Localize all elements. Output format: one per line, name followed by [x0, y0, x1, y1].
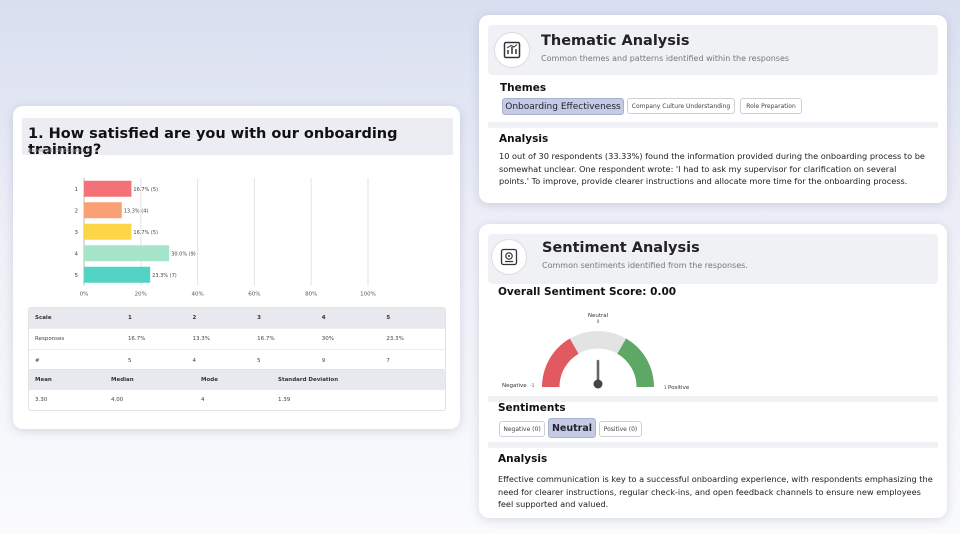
table-cell: 7 [386, 357, 390, 364]
sentiment-icon [491, 239, 527, 275]
gauge-negative-value: -1 [530, 383, 535, 389]
chart-bar [84, 245, 170, 262]
gauge-positive-label: Positive [668, 385, 690, 391]
table-cell: 16.7% [127, 336, 146, 342]
table-cell: 16.7% [257, 336, 275, 342]
chart-bar [84, 202, 122, 219]
survey-question-card: 1. How satisfied are you with our onboar… [13, 106, 460, 429]
sentiment-chip[interactable]: Positive (0) [599, 421, 642, 437]
table-cell: 9 [321, 357, 326, 364]
question-header: 1. How satisfied are you with our onboar… [22, 118, 453, 158]
table-row: 3.30 4.00 4 1.39 [29, 390, 445, 410]
table-cell: 1.39 [278, 397, 291, 403]
gauge-neutral-value: 0 [597, 319, 600, 325]
y-tick-label: 4 [75, 251, 79, 257]
y-tick-label: 3 [75, 230, 79, 236]
table-cell: 30% [321, 336, 334, 342]
themes-label: Themes [500, 82, 547, 94]
bar-data-label: 23.3% (7) [152, 273, 177, 279]
table-cell: 5 [127, 357, 132, 364]
chart-bar [84, 180, 132, 197]
table-cell: 23.3% [386, 336, 404, 342]
x-tick-label: 0% [80, 292, 89, 298]
table-cell: 13.3% [192, 336, 211, 342]
header-cell: Scale [35, 315, 52, 321]
table-row: Responses 16.7% 13.3% 16.7% 30% 23.3% [29, 329, 445, 350]
header-cell: Median [111, 376, 134, 383]
table-row: # 5 4 5 9 7 [29, 350, 445, 371]
x-tick-label: 80% [305, 292, 317, 298]
section-divider [488, 122, 938, 128]
sentiments-label: Sentiments [498, 402, 566, 414]
y-tick-label: 5 [75, 273, 79, 279]
sentiment-chip[interactable]: Negative (0) [499, 421, 545, 437]
theme-chip[interactable]: Role Preparation [740, 98, 802, 114]
scale-table-header: Scale 1 2 3 4 5 [29, 308, 445, 329]
x-tick-label: 40% [191, 292, 203, 298]
x-tick-label: 100% [360, 292, 376, 298]
gauge-negative-label: Negative [502, 383, 527, 389]
gauge-neutral-label: Neutral [588, 313, 609, 319]
bar-data-label: 13.3% (4) [124, 208, 149, 214]
header-cell: 3 [257, 315, 261, 321]
chart-bar [84, 266, 151, 283]
thematic-header: Thematic Analysis Common themes and patt… [488, 25, 938, 75]
header-cell: 4 [321, 315, 326, 321]
table-cell: # [35, 357, 40, 364]
header-cell: Mode [201, 376, 218, 383]
theme-chip[interactable]: Company Culture Understanding [627, 98, 735, 114]
chart-bar [84, 223, 132, 240]
response-bar-chart: 0% 20% 40% 60% 80% 100% 1 16.7% (5) 2 13.3% (4) 3 1… [75, 178, 376, 298]
stats-table-header: Mean Median Mode Standard Deviation [29, 370, 445, 390]
bar-data-label: 16.7% (5) [133, 187, 158, 193]
header-cell: 1 [127, 315, 132, 321]
theme-chip[interactable]: Onboarding Effectiveness [502, 98, 624, 115]
thematic-subtitle: Common themes and patterns identified wi… [541, 54, 790, 63]
sentiment-header: Sentiment Analysis Common sentiments ide… [488, 234, 938, 284]
section-divider [488, 442, 938, 448]
question-subtitle: Answered: 30 Skipped: 0 [28, 148, 91, 154]
sentiment-chip[interactable]: Neutral [548, 418, 596, 438]
sentiment-title: Sentiment Analysis [542, 240, 700, 256]
gauge-negative-arc [542, 338, 579, 387]
thematic-analysis-text: 10 out of 30 respondents (33.33%) found … [499, 151, 925, 186]
header-cell: 5 [386, 315, 391, 321]
x-tick-label: 60% [248, 292, 260, 298]
header-cell: 2 [192, 315, 197, 321]
table-cell: 3.30 [35, 397, 48, 403]
x-tick-label: 20% [135, 292, 147, 298]
y-tick-label: 2 [75, 208, 79, 214]
sentiment-subtitle: Common sentiments identified from the re… [542, 261, 748, 270]
analysis-label: Analysis [499, 133, 549, 145]
table-cell: 4 [201, 397, 205, 403]
gauge-neutral-arc [569, 330, 627, 354]
y-tick-label: 1 [75, 187, 79, 193]
thematic-title: Thematic Analysis [541, 33, 690, 49]
gauge-pivot [593, 379, 603, 389]
gauge-positive-arc [617, 338, 654, 387]
gauge-positive-value: 1 [664, 385, 667, 391]
header-cell: Standard Deviation [278, 376, 339, 383]
sentiment-analysis-card: Sentiment Analysis Common sentiments ide… [479, 224, 947, 518]
table-cell: Responses [35, 336, 65, 342]
analysis-label: Analysis [498, 453, 548, 465]
header-cell: Mean [35, 376, 52, 383]
bar-data-label: 30.0% (9) [171, 251, 196, 257]
scale-table: Scale 1 2 3 4 5 Responses 16.7% 13.3% 16… [28, 307, 446, 372]
sentiment-gauge: Neutral 0 Negative -1 1 Positive [502, 313, 690, 391]
sentiment-analysis-text: Effective communication is key to a succ… [498, 474, 933, 509]
overall-score: Overall Sentiment Score: 0.00 [498, 286, 677, 298]
table-cell: 5 [257, 357, 261, 364]
question-title: 1. How satisfied are you with our onboar… [28, 126, 398, 158]
stats-table: Mean Median Mode Standard Deviation 3.30… [28, 369, 446, 411]
table-cell: 4 [192, 357, 197, 364]
thematic-analysis-card: Thematic Analysis Common themes and patt… [479, 15, 947, 203]
table-cell: 4.00 [111, 397, 124, 403]
chart-icon [494, 32, 530, 68]
bar-data-label: 16.7% (5) [133, 230, 158, 236]
